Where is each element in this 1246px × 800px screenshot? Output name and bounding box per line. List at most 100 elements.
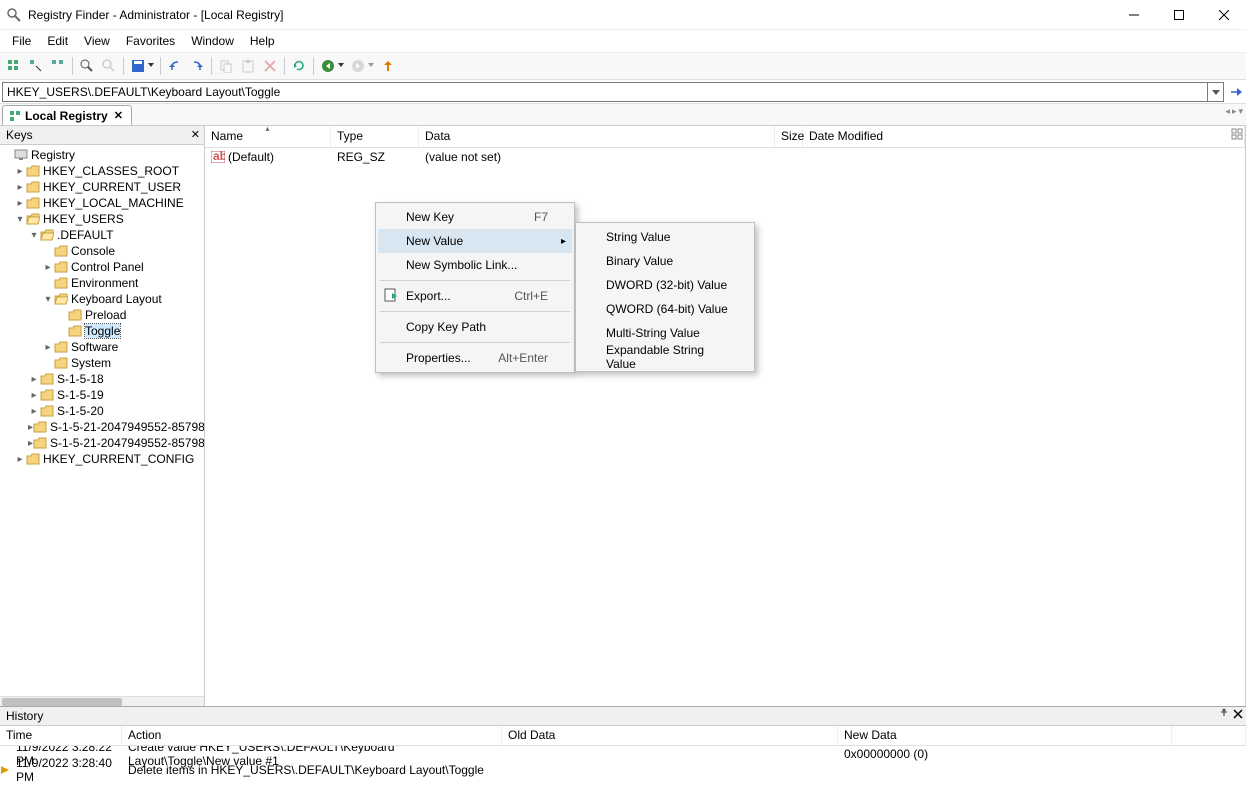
tab-list[interactable]: ▾ bbox=[1237, 106, 1244, 117]
ctx-binary-value[interactable]: Binary Value bbox=[578, 249, 752, 273]
expander-icon[interactable] bbox=[14, 214, 26, 225]
ctx-new-value[interactable]: New Value ▸ bbox=[378, 229, 572, 253]
forward-button[interactable] bbox=[348, 56, 368, 76]
tree-hku[interactable]: HKEY_USERS bbox=[0, 211, 204, 227]
expander-icon[interactable] bbox=[42, 294, 54, 305]
tab-local-registry[interactable]: Local Registry ✕ bbox=[2, 105, 132, 125]
address-dropdown[interactable] bbox=[1208, 82, 1224, 102]
close-button[interactable] bbox=[1201, 0, 1246, 30]
redo-button[interactable] bbox=[187, 56, 207, 76]
expander-icon[interactable] bbox=[14, 454, 26, 465]
tree-preload[interactable]: Preload bbox=[0, 307, 204, 323]
ctx-new-key[interactable]: New Key F7 bbox=[378, 205, 572, 229]
tree-toggle[interactable]: Toggle bbox=[0, 323, 204, 339]
tree-s1519[interactable]: S-1-5-19 bbox=[0, 387, 204, 403]
find-next-button[interactable] bbox=[99, 56, 119, 76]
paste-button[interactable] bbox=[238, 56, 258, 76]
scrollbar-thumb[interactable] bbox=[2, 698, 122, 706]
cell-type: REG_SZ bbox=[331, 150, 419, 164]
ctx-export[interactable]: Export... Ctrl+E bbox=[378, 284, 572, 308]
toolbar-btn-2[interactable] bbox=[26, 56, 46, 76]
tree-software[interactable]: Software bbox=[0, 339, 204, 355]
ctx-properties[interactable]: Properties... Alt+Enter bbox=[378, 346, 572, 370]
hcol-extra[interactable] bbox=[1172, 726, 1246, 745]
view-mode-button[interactable] bbox=[1231, 128, 1243, 140]
maximize-button[interactable] bbox=[1156, 0, 1201, 30]
tree-hkcc[interactable]: HKEY_CURRENT_CONFIG bbox=[0, 451, 204, 467]
delete-button[interactable] bbox=[260, 56, 280, 76]
list-row[interactable]: ab (Default) REG_SZ (value not set) bbox=[205, 148, 1245, 165]
hcol-old[interactable]: Old Data bbox=[502, 726, 838, 745]
ctx-multistring-value[interactable]: Multi-String Value bbox=[578, 321, 752, 345]
back-button[interactable] bbox=[318, 56, 338, 76]
tree-s1521b[interactable]: S-1-5-21-2047949552-857980807… bbox=[0, 435, 204, 451]
tree-s1520[interactable]: S-1-5-20 bbox=[0, 403, 204, 419]
tree-hkcr[interactable]: HKEY_CLASSES_ROOT bbox=[0, 163, 204, 179]
menu-favorites[interactable]: Favorites bbox=[118, 32, 183, 50]
back-dropdown[interactable] bbox=[338, 63, 346, 69]
menu-help[interactable]: Help bbox=[242, 32, 283, 50]
keys-pane-close[interactable]: ✕ bbox=[191, 128, 200, 141]
expander-icon[interactable] bbox=[42, 262, 54, 273]
col-type[interactable]: Type bbox=[331, 126, 419, 147]
hcol-time[interactable]: Time bbox=[0, 726, 122, 745]
undo-button[interactable] bbox=[165, 56, 185, 76]
expander-icon[interactable] bbox=[28, 230, 40, 241]
menu-view[interactable]: View bbox=[76, 32, 118, 50]
refresh-button[interactable] bbox=[289, 56, 309, 76]
tree-control-panel[interactable]: Control Panel bbox=[0, 259, 204, 275]
pin-button[interactable] bbox=[1218, 708, 1230, 720]
col-data[interactable]: Data bbox=[419, 126, 775, 147]
history-body[interactable]: 11/9/2022 3:28:22 PM Create value HKEY_U… bbox=[0, 746, 1246, 800]
ctx-new-symlink[interactable]: New Symbolic Link... bbox=[378, 253, 572, 277]
forward-dropdown[interactable] bbox=[368, 63, 376, 69]
save-button[interactable] bbox=[128, 56, 148, 76]
hcol-action[interactable]: Action bbox=[122, 726, 502, 745]
history-row[interactable]: 11/9/2022 3:28:40 PM Delete items in HKE… bbox=[0, 762, 1246, 778]
ctx-copy-key-path[interactable]: Copy Key Path bbox=[378, 315, 572, 339]
ctx-string-value[interactable]: String Value bbox=[578, 225, 752, 249]
save-dropdown[interactable] bbox=[148, 63, 156, 69]
toolbar-btn-3[interactable] bbox=[48, 56, 68, 76]
ctx-expandstring-value[interactable]: Expandable String Value bbox=[578, 345, 752, 369]
expander-icon[interactable] bbox=[28, 406, 40, 417]
history-close-button[interactable] bbox=[1232, 708, 1244, 720]
tree-system[interactable]: System bbox=[0, 355, 204, 371]
list-body[interactable]: ab (Default) REG_SZ (value not set) New … bbox=[205, 148, 1245, 706]
toolbar-btn-1[interactable] bbox=[4, 56, 24, 76]
minimize-button[interactable] bbox=[1111, 0, 1156, 30]
tree-hkcu[interactable]: HKEY_CURRENT_USER bbox=[0, 179, 204, 195]
address-input[interactable] bbox=[2, 82, 1208, 102]
go-button[interactable] bbox=[1226, 85, 1246, 99]
expander-icon[interactable] bbox=[14, 166, 26, 177]
tree-keyboard-layout[interactable]: Keyboard Layout bbox=[0, 291, 204, 307]
up-button[interactable] bbox=[378, 56, 398, 76]
menu-edit[interactable]: Edit bbox=[39, 32, 76, 50]
expander-icon[interactable] bbox=[28, 374, 40, 385]
menu-file[interactable]: File bbox=[4, 32, 39, 50]
ctx-qword-value[interactable]: QWORD (64-bit) Value bbox=[578, 297, 752, 321]
tree-hscrollbar[interactable] bbox=[0, 696, 204, 706]
tree-s1518[interactable]: S-1-5-18 bbox=[0, 371, 204, 387]
tree-environment[interactable]: Environment bbox=[0, 275, 204, 291]
find-button[interactable] bbox=[77, 56, 97, 76]
tree-default[interactable]: .DEFAULT bbox=[0, 227, 204, 243]
tree-view[interactable]: Registry HKEY_CLASSES_ROOT HKEY_CURRENT_… bbox=[0, 145, 204, 696]
ctx-dword-value[interactable]: DWORD (32-bit) Value bbox=[578, 273, 752, 297]
copy-button[interactable] bbox=[216, 56, 236, 76]
expander-icon[interactable] bbox=[14, 182, 26, 193]
col-date[interactable]: Date Modified bbox=[803, 126, 1245, 147]
expander-icon[interactable] bbox=[14, 198, 26, 209]
tree-s1521a[interactable]: S-1-5-21-2047949552-857980807… bbox=[0, 419, 204, 435]
col-name[interactable]: Name▴ bbox=[205, 126, 331, 147]
tree-hklm[interactable]: HKEY_LOCAL_MACHINE bbox=[0, 195, 204, 211]
tree-console[interactable]: Console bbox=[0, 243, 204, 259]
history-row[interactable]: 11/9/2022 3:28:22 PM Create value HKEY_U… bbox=[0, 746, 1246, 762]
hcol-new[interactable]: New Data bbox=[838, 726, 1172, 745]
col-size[interactable]: Size bbox=[775, 126, 803, 147]
expander-icon[interactable] bbox=[42, 342, 54, 353]
expander-icon[interactable] bbox=[28, 390, 40, 401]
tree-root[interactable]: Registry bbox=[0, 147, 204, 163]
menu-window[interactable]: Window bbox=[183, 32, 242, 50]
tab-close-button[interactable]: ✕ bbox=[112, 109, 125, 122]
